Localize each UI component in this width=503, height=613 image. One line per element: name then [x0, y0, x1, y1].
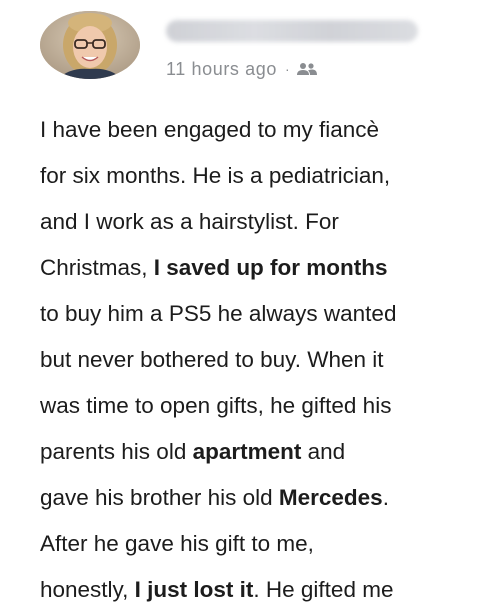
post-text-line: parents his old apartment and: [40, 429, 495, 475]
post-text-line: I have been engaged to my fiancè: [40, 107, 495, 153]
text-segment: honestly,: [40, 577, 135, 602]
post-header: 11 hours ago ·: [0, 0, 503, 100]
text-segment: After he gave his gift to me,: [40, 531, 314, 556]
text-segment: I have been engaged to my fiancè: [40, 117, 379, 142]
post-text-line: and I work as a hairstylist. For: [40, 199, 495, 245]
text-segment: and: [301, 439, 346, 464]
post-text-line: Christmas, I saved up for months: [40, 245, 495, 291]
text-segment: for six months. He is a pediatrician,: [40, 163, 391, 188]
text-segment: and I work as a hairstylist. For: [40, 209, 339, 234]
meta-separator: ·: [284, 61, 291, 77]
author-name-blurred[interactable]: [166, 20, 418, 42]
emphasized-text: apartment: [192, 439, 302, 464]
text-segment: to buy him a PS5 he always wanted: [40, 301, 397, 326]
author-avatar[interactable]: [40, 11, 140, 79]
post-timestamp[interactable]: 11 hours ago: [166, 59, 277, 80]
post-text-line: gave his brother his old Mercedes.: [40, 475, 495, 521]
text-segment: Christmas,: [40, 255, 154, 280]
post-text-line: to buy him a PS5 he always wanted: [40, 291, 495, 337]
text-segment: but never bothered to buy. When it: [40, 347, 384, 372]
avatar-photo: [40, 11, 140, 79]
post-text-line: but never bothered to buy. When it: [40, 337, 495, 383]
text-segment: was time to open gifts, he gifted his: [40, 393, 392, 418]
emphasized-text: Mercedes: [278, 485, 383, 510]
emphasized-text: I saved up for months: [153, 255, 388, 280]
emphasized-text: I just lost it: [134, 577, 254, 602]
post-text-line: After he gave his gift to me,: [40, 521, 495, 567]
text-segment: gave his brother his old: [40, 485, 279, 510]
post-meta: 11 hours ago ·: [166, 58, 318, 80]
text-segment: .: [382, 485, 389, 510]
friends-icon[interactable]: [296, 62, 318, 76]
post-text-line: was time to open gifts, he gifted his: [40, 383, 495, 429]
text-segment: . He gifted me: [253, 577, 394, 602]
post-text-line: for six months. He is a pediatrician,: [40, 153, 495, 199]
text-segment: parents his old: [40, 439, 193, 464]
post-text-line: honestly, I just lost it. He gifted me: [40, 567, 495, 613]
post-body-text: I have been engaged to my fiancè for six …: [40, 107, 495, 613]
